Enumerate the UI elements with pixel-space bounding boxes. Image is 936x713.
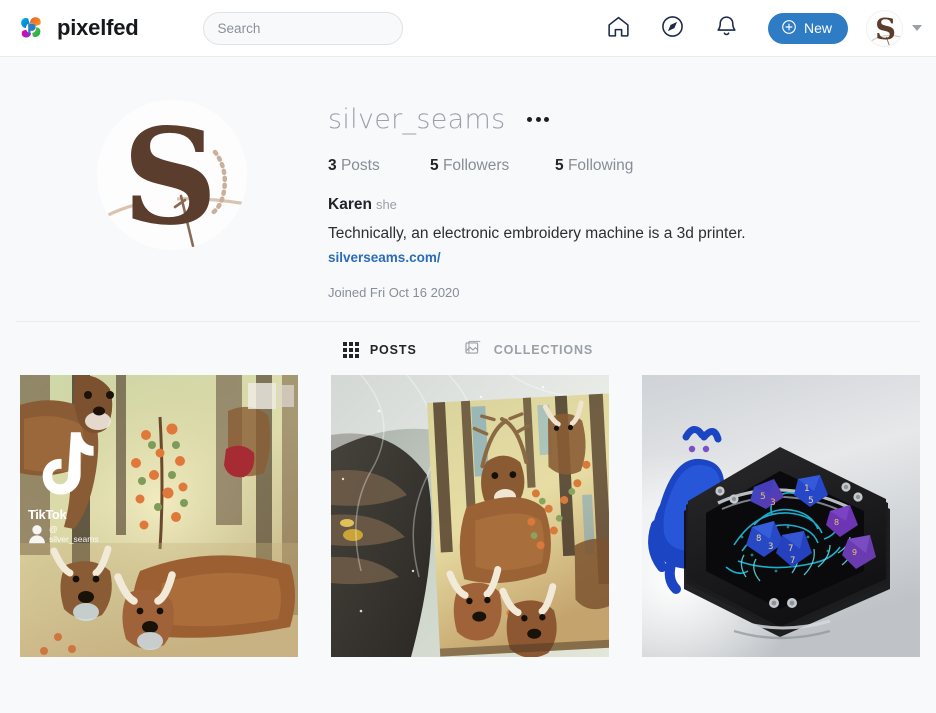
plus-circle-icon — [781, 19, 797, 38]
discover-button[interactable] — [646, 8, 700, 48]
profile-username: silver_seams — [328, 104, 506, 135]
svg-text:9: 9 — [852, 548, 857, 557]
profile-avatar-column: S — [16, 98, 328, 300]
tab-collections-label: COLLECTIONS — [493, 342, 594, 357]
home-icon — [606, 14, 631, 42]
stat-followers[interactable]: 5 Followers — [430, 157, 555, 175]
svg-text:3: 3 — [770, 498, 776, 508]
search-input[interactable] — [202, 11, 403, 45]
ellipsis-dot — [527, 117, 533, 122]
home-button[interactable] — [592, 8, 646, 48]
svg-text:S: S — [122, 100, 217, 250]
profile-header: S silver_seams 3 Posts 5 Followers 5 Fol… — [16, 57, 920, 300]
bell-icon — [714, 14, 739, 42]
stat-following[interactable]: 5 Following — [555, 157, 633, 175]
stat-followers-count: 5 — [430, 157, 439, 174]
svg-text:7: 7 — [790, 556, 795, 566]
profile-display-name: Karen — [328, 196, 372, 213]
profile-tabs: POSTS COLLECTIONS — [16, 322, 920, 375]
post-tile[interactable]: TikTok @ silver_seams — [20, 375, 298, 658]
nav-right-group: New S — [592, 8, 922, 48]
collections-icon — [465, 340, 483, 359]
pixelfed-logo-icon — [16, 13, 46, 43]
brand-home-link[interactable]: pixelfed — [16, 13, 139, 43]
avatar[interactable]: S — [866, 9, 903, 47]
ellipsis-icon[interactable] — [525, 113, 551, 126]
profile-bio: Technically, an electronic embroidery ma… — [328, 225, 746, 242]
stat-posts-label: Posts — [340, 157, 380, 174]
profile-joined-date: Joined Fri Oct 16 2020 — [328, 285, 460, 301]
svg-text:1: 1 — [804, 484, 810, 494]
profile-pronouns: she — [375, 197, 397, 212]
tab-posts[interactable]: POSTS — [342, 340, 417, 359]
svg-text:7: 7 — [788, 544, 793, 554]
profile-info: silver_seams 3 Posts 5 Followers 5 Follo… — [328, 98, 920, 300]
username-row: silver_seams — [328, 104, 920, 135]
svg-text:S: S — [875, 12, 896, 46]
stat-posts-count: 3 — [328, 157, 337, 174]
svg-text:5: 5 — [808, 496, 814, 506]
profile-stats: 3 Posts 5 Followers 5 Following — [328, 157, 920, 175]
svg-text:8: 8 — [834, 518, 839, 527]
ellipsis-dot — [544, 117, 550, 122]
profile-avatar-image: S — [97, 100, 247, 250]
svg-text:3: 3 — [768, 542, 773, 552]
stat-following-count: 5 — [555, 157, 564, 174]
ellipsis-dot — [535, 117, 541, 122]
post-thumbnail — [331, 375, 609, 658]
stat-following-label: Following — [567, 157, 634, 174]
grid-icon — [342, 341, 359, 358]
post-tile[interactable]: 5 3 1 5 8 9 8 3 7 7 — [642, 375, 920, 658]
post-tile[interactable] — [331, 375, 609, 658]
compass-icon — [660, 14, 685, 42]
search-container — [202, 11, 403, 45]
posts-grid: TikTok @ silver_seams 5 3 1 5 8 9 8 3 7 … — [0, 375, 936, 658]
post-thumbnail: 5 3 1 5 8 9 8 3 7 7 — [642, 375, 920, 658]
tab-posts-label: POSTS — [369, 342, 417, 357]
chevron-down-icon[interactable] — [912, 25, 922, 31]
profile-website-link[interactable]: silverseams.com/ — [328, 250, 441, 265]
new-post-button[interactable]: New — [767, 12, 848, 44]
notifications-button[interactable] — [700, 8, 754, 48]
tab-collections[interactable]: COLLECTIONS — [465, 340, 593, 359]
stat-followers-label: Followers — [442, 157, 510, 174]
svg-text:8: 8 — [756, 534, 761, 544]
stat-posts[interactable]: 3 Posts — [328, 157, 430, 175]
profile-display-name-row: Karen she — [328, 196, 920, 214]
svg-text:5: 5 — [760, 492, 766, 502]
profile-avatar[interactable]: S — [97, 100, 247, 250]
new-post-label: New — [803, 20, 832, 36]
top-navbar: pixelfed Search New S — [0, 0, 936, 57]
avatar-image: S — [867, 10, 902, 46]
profile-container: S silver_seams 3 Posts 5 Followers 5 Fol… — [0, 57, 936, 375]
post-thumbnail — [20, 375, 298, 658]
brand-name: pixelfed — [57, 15, 139, 40]
